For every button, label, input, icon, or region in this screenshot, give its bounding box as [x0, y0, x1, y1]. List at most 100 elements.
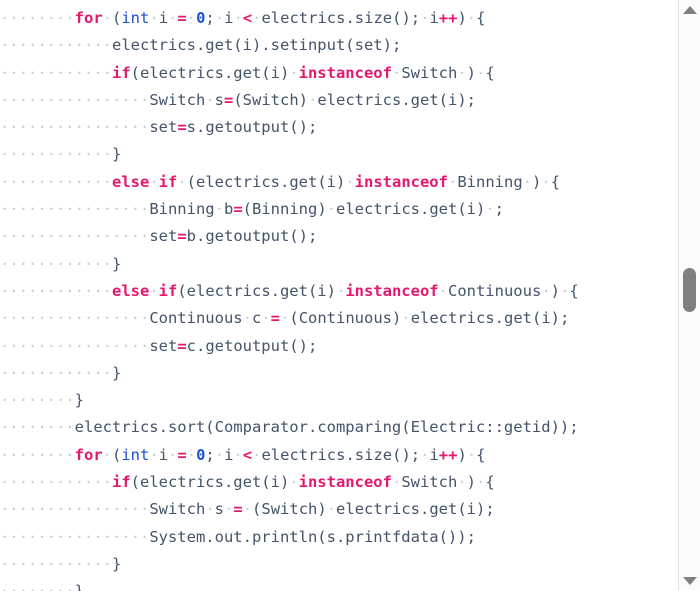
- whitespace-dot: ·: [447, 172, 458, 191]
- indent-whitespace-dots: ········: [0, 9, 75, 27]
- code-token-keyword: else: [111, 281, 150, 300]
- code-token-keyword: instanceof: [345, 281, 439, 300]
- code-token-plain: }: [111, 554, 122, 573]
- whitespace-dot: ·: [308, 90, 318, 109]
- code-line: ············}: [0, 360, 579, 387]
- whitespace-dot: ·: [335, 281, 346, 300]
- code-token-plain: ): [466, 473, 476, 492]
- code-token-plain: (electrics.get(i): [186, 172, 346, 191]
- code-text-area[interactable]: ········for·(int·i·=·0;·i·<·electrics.si…: [0, 0, 678, 591]
- indent-whitespace-dots: ················: [0, 309, 150, 328]
- scrollbar-thumb[interactable]: [683, 268, 696, 312]
- whitespace-dot: ·: [326, 200, 337, 219]
- indent-whitespace-dots: ········: [0, 445, 75, 464]
- code-token-plain: i: [158, 445, 169, 464]
- code-token-plain: (Switch): [252, 500, 327, 519]
- code-token-operator: =: [224, 90, 234, 109]
- code-token-plain: {: [550, 172, 561, 191]
- whitespace-dot: ·: [438, 281, 448, 300]
- code-line: ············else·if(electrics.get(i)·ins…: [0, 278, 579, 305]
- code-token-operator: <: [242, 445, 253, 464]
- code-token-plain: Switch: [401, 63, 458, 82]
- whitespace-dot: ·: [168, 445, 178, 464]
- scroll-down-arrow-icon[interactable]: [679, 571, 700, 591]
- code-lines-container: ········for·(int·i·=·0;·i·<·electrics.si…: [0, 0, 579, 591]
- code-token-plain: (: [112, 9, 122, 27]
- code-token-plain: }: [111, 363, 122, 382]
- code-token-plain: (: [112, 445, 122, 464]
- code-token-operator: <: [242, 9, 253, 27]
- code-token-plain: i: [158, 9, 169, 27]
- code-token-keyword: if: [111, 63, 131, 82]
- code-token-operator: =: [177, 227, 187, 246]
- code-token-plain: electrics.get(i).setinput(set);: [111, 36, 402, 55]
- indent-whitespace-dots: ················: [0, 118, 150, 137]
- indent-whitespace-dots: ············: [0, 254, 112, 273]
- code-token-operator: =: [177, 445, 187, 464]
- code-token-operator: ++: [438, 9, 458, 27]
- whitespace-dot: ·: [149, 172, 159, 191]
- code-line: ················Binning·b=(Binning)·elec…: [0, 196, 579, 223]
- code-line: ············if(electrics.get(i)·instance…: [0, 469, 579, 496]
- whitespace-dot: ·: [205, 500, 215, 519]
- code-token-plain: (electrics.get(i): [130, 63, 290, 82]
- code-token-plain: ;: [494, 200, 505, 219]
- code-token-plain: ): [466, 63, 476, 82]
- code-token-plain: Continuous: [447, 281, 542, 300]
- code-token-number: 0: [196, 9, 206, 27]
- whitespace-dot: ·: [102, 445, 112, 464]
- code-token-plain: electrics.size();: [261, 445, 421, 464]
- indent-whitespace-dots: ············: [0, 473, 112, 492]
- code-token-keyword: if: [111, 473, 131, 492]
- code-line: ········for·(int·i·=·0;·i·<·electrics.si…: [0, 442, 579, 469]
- whitespace-dot: ·: [401, 309, 411, 328]
- code-token-plain: electrics.get(i): [336, 200, 486, 219]
- code-line: ············}: [0, 141, 579, 168]
- code-token-plain: Switch: [401, 473, 458, 492]
- whitespace-dot: ·: [214, 445, 225, 464]
- whitespace-dot: ·: [485, 200, 495, 219]
- code-token-plain: {: [485, 473, 495, 492]
- code-token-keyword: for: [74, 9, 103, 27]
- scroll-up-arrow-icon[interactable]: [679, 0, 700, 20]
- whitespace-dot: ·: [457, 473, 467, 492]
- whitespace-dot: ·: [214, 200, 224, 219]
- code-line: ················set=c.getoutput();: [0, 333, 579, 360]
- code-token-plain: s: [214, 500, 224, 519]
- code-token-plain: electrics.sort(Comparator.comparing(Elec…: [74, 418, 579, 437]
- whitespace-dot: ·: [102, 9, 112, 27]
- indent-whitespace-dots: ············: [0, 145, 112, 164]
- code-line: ················set=s.getoutput();: [0, 114, 579, 141]
- code-line: ············}: [0, 551, 579, 578]
- indent-whitespace-dots: ············: [0, 363, 112, 382]
- code-token-plain: }: [111, 254, 122, 273]
- code-token-operator: =: [177, 9, 187, 27]
- whitespace-dot: ·: [168, 9, 178, 27]
- code-token-plain: ): [532, 172, 542, 191]
- vertical-scrollbar[interactable]: [678, 0, 700, 591]
- indent-whitespace-dots: ············: [0, 63, 112, 82]
- code-token-plain: {: [476, 445, 486, 464]
- whitespace-dot: ·: [541, 172, 551, 191]
- code-token-plain: {: [485, 63, 495, 82]
- code-token-plain: b.getoutput();: [186, 227, 318, 246]
- code-token-plain: ;: [205, 9, 215, 27]
- code-token-plain: }: [74, 391, 84, 410]
- code-token-keyword: if: [158, 281, 178, 300]
- indent-whitespace-dots: ················: [0, 527, 150, 546]
- code-line: ············electrics.get(i).setinput(se…: [0, 32, 579, 59]
- whitespace-dot: ·: [326, 500, 337, 519]
- code-token-plain: s: [214, 90, 224, 109]
- whitespace-dot: ·: [186, 445, 197, 464]
- code-line: ················Switch·s·=·(Switch)·elec…: [0, 496, 579, 523]
- code-token-operator: =: [233, 500, 243, 519]
- whitespace-dot: ·: [149, 445, 159, 464]
- whitespace-dot: ·: [345, 172, 355, 191]
- code-token-operator: =: [270, 309, 281, 328]
- whitespace-dot: ·: [149, 9, 159, 27]
- whitespace-dot: ·: [457, 63, 467, 82]
- indent-whitespace-dots: ············: [0, 554, 112, 573]
- code-line: ········}: [0, 578, 579, 591]
- whitespace-dot: ·: [466, 445, 477, 464]
- code-editor[interactable]: ········for·(int·i·=·0;·i·<·electrics.si…: [0, 0, 700, 591]
